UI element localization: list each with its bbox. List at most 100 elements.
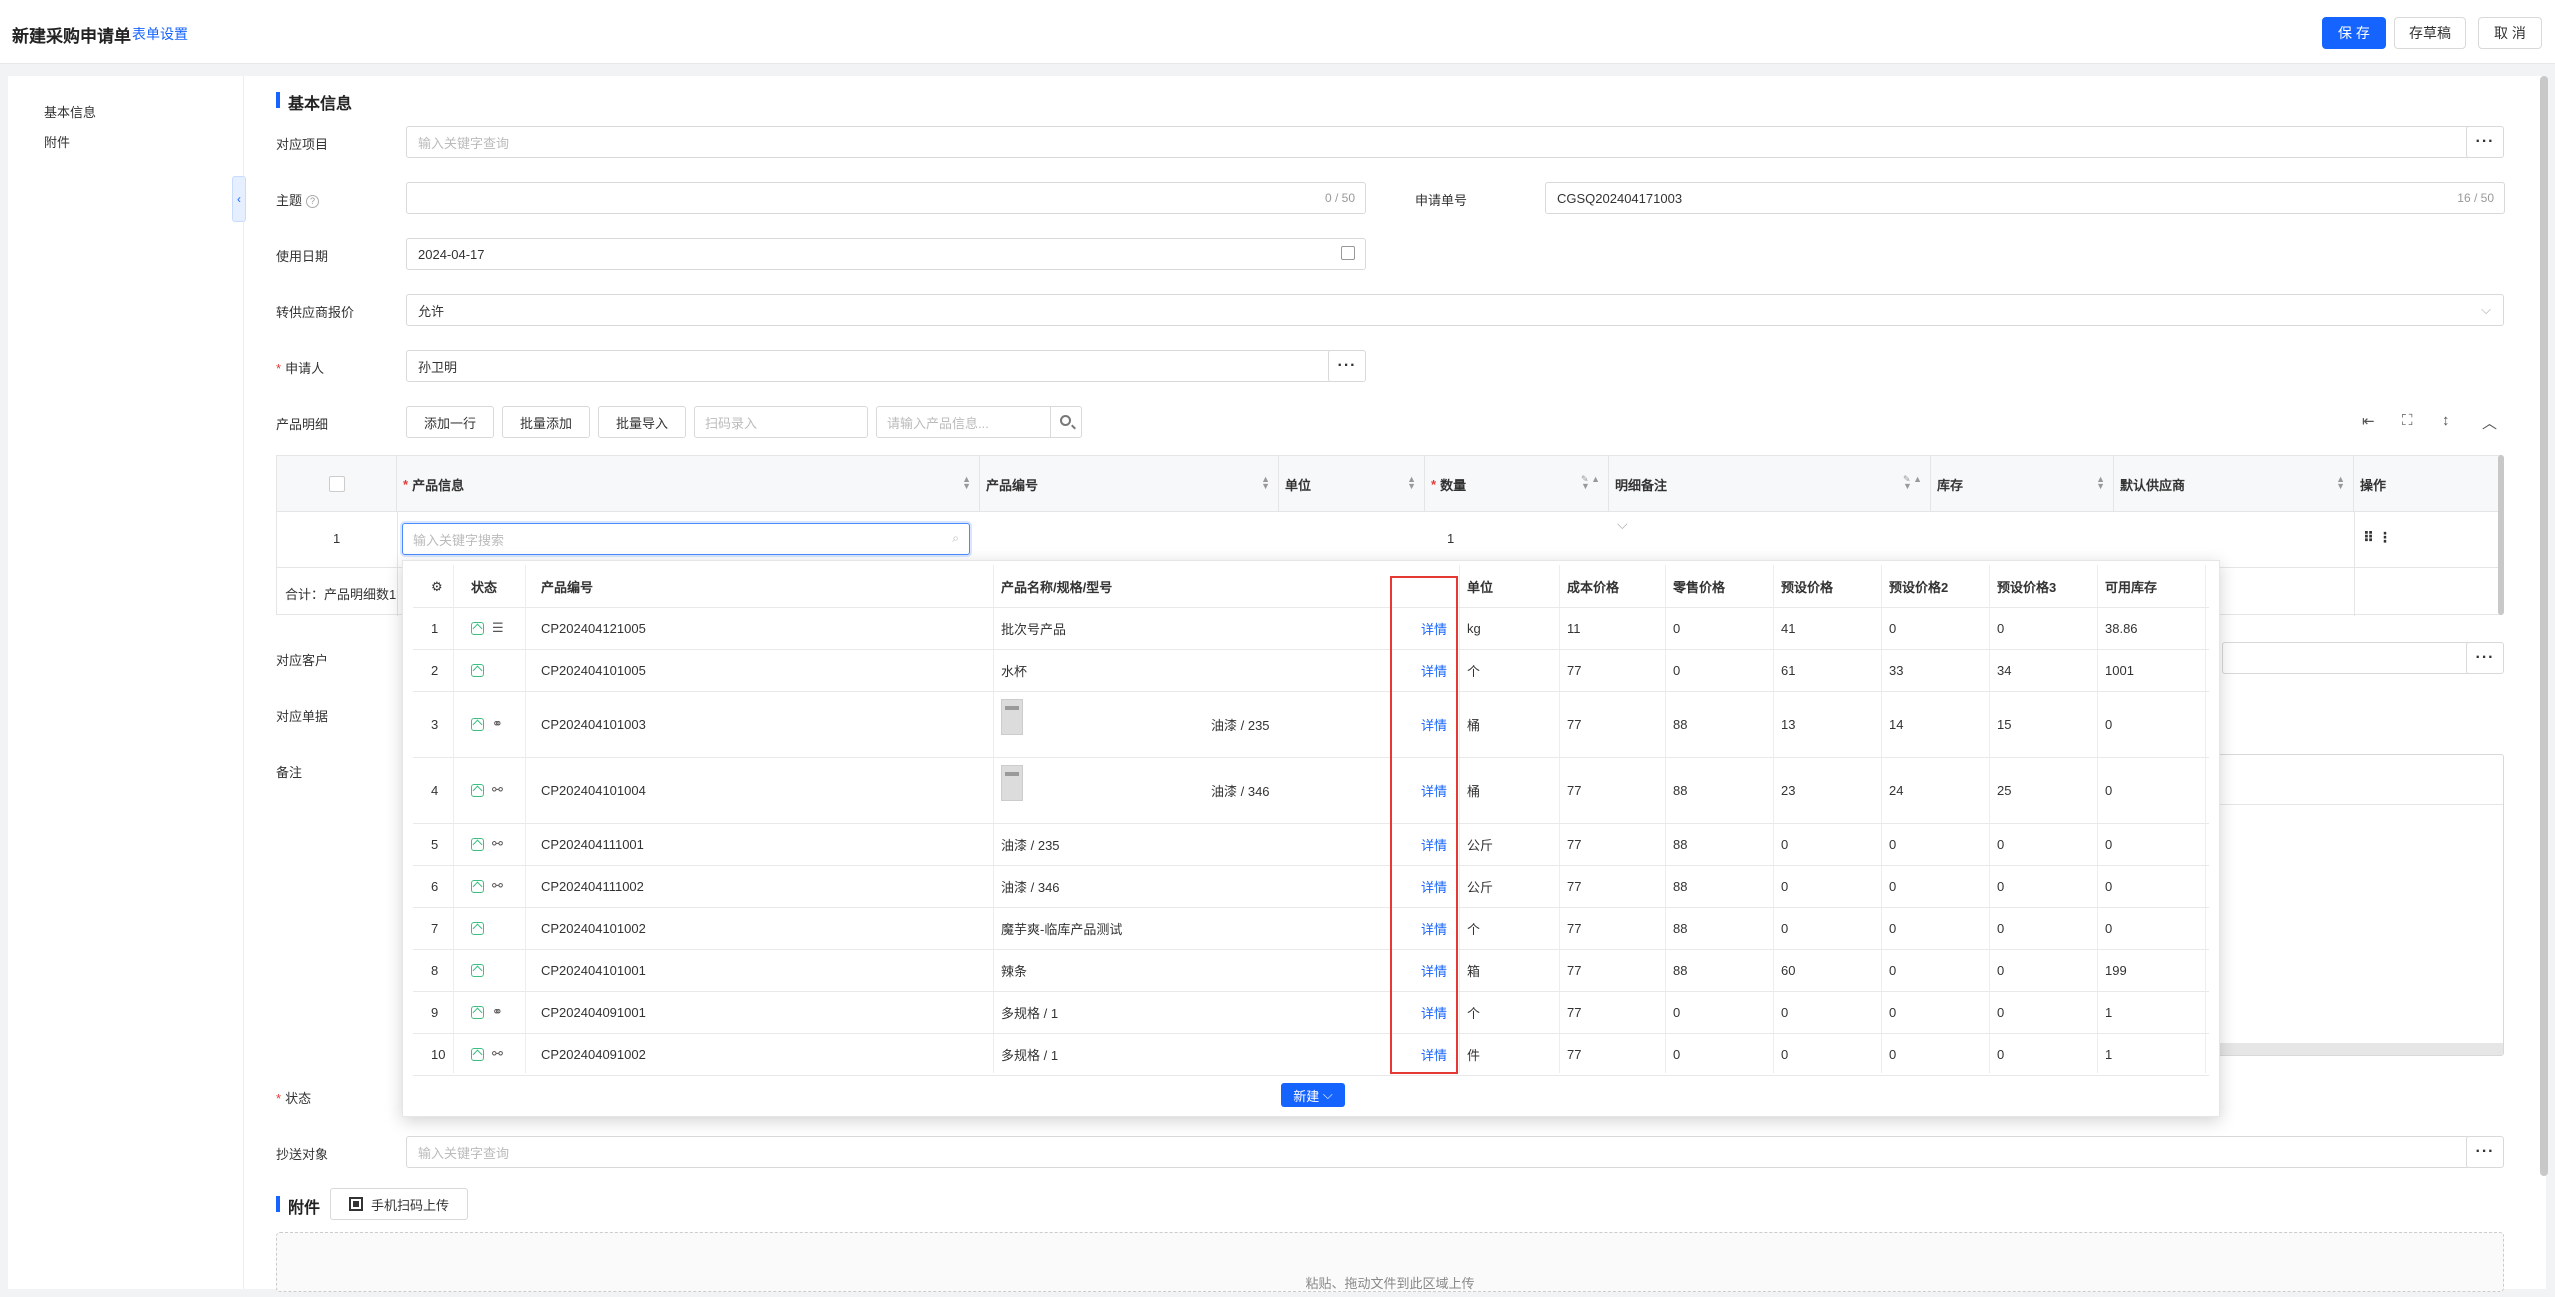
row-quantity[interactable]: 1: [1447, 531, 1454, 546]
product-spec: [1203, 649, 1211, 691]
mobile-upload-button[interactable]: 手机扫码上传: [330, 1188, 468, 1220]
customer-more-button[interactable]: ···: [2466, 642, 2504, 674]
page-scrollbar[interactable]: [2540, 76, 2548, 1176]
cc-input[interactable]: 输入关键字查询: [406, 1136, 2470, 1168]
product-spec: [1203, 865, 1211, 907]
row-index: 2: [431, 662, 439, 678]
apply-no-input[interactable]: CGSQ202404171003 16 / 50: [1545, 182, 2505, 214]
product-unit: 桶: [1467, 717, 1481, 733]
col-product-info[interactable]: * 产品信息 ▲ ▼: [397, 456, 980, 512]
product-unit: 箱: [1467, 963, 1481, 979]
product-cube-icon: [471, 1047, 484, 1061]
retail-price: 88: [1673, 920, 1688, 936]
link-spec-icon: ⚯: [492, 1046, 503, 1061]
subject-input[interactable]: 0 / 50: [406, 182, 1366, 214]
save-button[interactable]: 保 存: [2322, 17, 2386, 49]
add-row-button[interactable]: 添加一行: [406, 406, 494, 438]
link-spec-icon: ⚯: [492, 878, 503, 893]
col-cost: 成本价格: [1567, 579, 1620, 595]
product-cube-icon: [471, 621, 484, 635]
customer-input[interactable]: [2222, 642, 2470, 674]
save-draft-button[interactable]: 存草稿: [2394, 17, 2466, 49]
col-preset3: 预设价格3: [1997, 579, 2057, 595]
applicant-input[interactable]: 孙卫明: [406, 350, 1332, 382]
col-preset1: 预设价格: [1781, 579, 1834, 595]
project-input[interactable]: 输入关键字查询: [406, 126, 2470, 158]
search-button[interactable]: [1050, 406, 1082, 438]
preset-price-2: 0: [1889, 962, 1897, 978]
cost-price: 77: [1567, 836, 1582, 852]
product-thumbnail: [1001, 765, 1023, 801]
sort-icon: ▲ ▼: [962, 474, 971, 491]
cost-price: 77: [1567, 1004, 1582, 1020]
chevron-down-icon: ⌵: [2481, 302, 2491, 317]
product-code: CP202404101002: [541, 920, 646, 936]
product-name: [993, 691, 1001, 757]
product-unit: 件: [1467, 1047, 1481, 1063]
available-stock: 1001: [2105, 662, 2134, 678]
preset-price: 13: [1781, 716, 1796, 732]
batch-add-button[interactable]: 批量添加: [502, 406, 590, 438]
nav-item-attachment[interactable]: 附件: [44, 132, 70, 151]
cost-price: 77: [1567, 716, 1582, 732]
col-quantity[interactable]: * 数量 ✎ ▲ ▼: [1425, 456, 1609, 512]
preset-price-2: 0: [1889, 836, 1897, 852]
collapse-up-icon[interactable]: ︿: [2482, 412, 2497, 433]
customer-label: 对应客户: [276, 653, 329, 668]
project-more-button[interactable]: ···: [2466, 126, 2504, 158]
applicant-more-button[interactable]: ···: [1328, 350, 1366, 382]
fullscreen-icon[interactable]: ⛶: [2402, 412, 2413, 429]
cc-label: 抄送对象: [276, 1147, 329, 1162]
batch-import-button[interactable]: 批量导入: [598, 406, 686, 438]
chevron-down-icon[interactable]: ⌵: [1617, 516, 1628, 533]
status-label: * 状态: [276, 1091, 312, 1106]
document-label: 对应单据: [276, 709, 329, 724]
table-scrollbar[interactable]: [2498, 455, 2504, 615]
collapse-nav-button[interactable]: ‹: [232, 176, 246, 222]
col-unit[interactable]: 单位 ▲ ▼: [1279, 456, 1425, 512]
status-cell: ⚯: [463, 757, 503, 823]
row-index: 10: [431, 1046, 446, 1062]
nav-item-basic-info[interactable]: 基本信息: [44, 102, 96, 121]
applicant-label: * 申请人: [276, 361, 325, 376]
status-cell: ⚭: [463, 691, 503, 757]
settings-icon[interactable]: ⚙: [423, 579, 443, 595]
supplier-quote-label: 转供应商报价: [276, 305, 355, 320]
use-date-picker[interactable]: 2024-04-17: [406, 238, 1366, 270]
drag-handle-icon[interactable]: ⠿ ⋮: [2363, 529, 2392, 546]
col-detail-remark[interactable]: 明细备注 ✎ ▲ ▼: [1609, 456, 1931, 512]
product-unit: 桶: [1467, 783, 1481, 799]
new-product-button[interactable]: 新建 ⌵: [1281, 1083, 1345, 1107]
product-spec: 油漆 / 346: [1211, 783, 1270, 799]
product-name: 辣条: [1001, 963, 1028, 979]
batch-list-icon: ☰: [492, 620, 504, 635]
preset-price-3: 0: [1997, 920, 2005, 936]
product-unit: 个: [1467, 663, 1481, 679]
column-settings-icon[interactable]: ⇤: [2362, 412, 2375, 430]
product-spec: [1203, 607, 1211, 649]
form-setting-link[interactable]: 表单设置: [132, 24, 188, 44]
col-default-supplier[interactable]: 默认供应商 ▲ ▼: [2114, 456, 2354, 512]
select-all-checkbox[interactable]: [328, 476, 345, 492]
preset-price-2: 33: [1889, 662, 1904, 678]
col-unit: 单位: [1467, 579, 1494, 595]
product-code: CP202404091002: [541, 1046, 646, 1062]
status-cell: ☰: [463, 607, 504, 649]
row-height-icon[interactable]: ↕: [2442, 412, 2450, 429]
product-cube-icon: [471, 921, 484, 935]
available-stock: 1: [2105, 1046, 2113, 1062]
col-product-code[interactable]: 产品编号 ▲ ▼: [980, 456, 1279, 512]
product-search-input[interactable]: 请输入产品信息...: [876, 406, 1052, 438]
col-name-spec: 产品名称/规格/型号: [1001, 579, 1113, 595]
preset-price: 0: [1781, 836, 1789, 852]
cancel-button[interactable]: 取 消: [2478, 17, 2542, 49]
product-name: 多规格 / 1: [1001, 1005, 1059, 1021]
product-keyword-search[interactable]: 输入关键字搜索 ⌕: [402, 523, 970, 555]
supplier-quote-select[interactable]: 允许 ⌵: [406, 294, 2504, 326]
cc-more-button[interactable]: ···: [2466, 1136, 2504, 1168]
scan-input[interactable]: 扫码录入: [694, 406, 868, 438]
upload-dropzone[interactable]: 粘贴、拖动文件到此区域上传: [276, 1232, 2504, 1292]
col-stock[interactable]: 库存 ▲ ▼: [1931, 456, 2114, 512]
row-index: 1: [431, 620, 439, 636]
available-stock: 0: [2105, 878, 2113, 894]
